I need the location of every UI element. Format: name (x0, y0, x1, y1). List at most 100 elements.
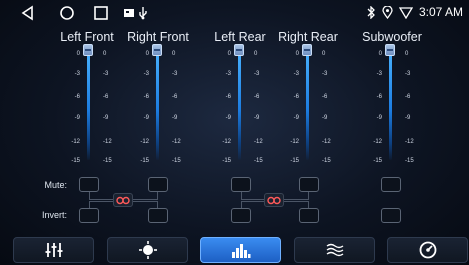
slider-track-right-rear[interactable] (306, 50, 309, 160)
sliders-icon (45, 243, 62, 257)
scale-tick-label: -12 (140, 139, 149, 145)
invert-checkbox-subwoofer[interactable] (381, 208, 401, 223)
mute-checkbox-left-front[interactable] (79, 177, 99, 192)
image-notification-icon (124, 9, 134, 17)
slider-knob-right-rear[interactable] (302, 44, 312, 56)
usb-icon (139, 7, 147, 20)
equalizer-bars-icon (231, 244, 250, 258)
mute-checkbox-left-rear[interactable] (231, 177, 251, 192)
tab-settings[interactable] (387, 237, 468, 263)
scale-tick-label: -9 (143, 115, 149, 121)
scale-tick-label: -3 (225, 71, 231, 77)
scale-tick-label: -15 (222, 158, 231, 164)
slider-knob-left-front[interactable] (83, 44, 93, 56)
scale-tick-label: -12 (254, 139, 263, 145)
scale-tick-label: -15 (140, 158, 149, 164)
scale-tick-label: -6 (293, 94, 299, 100)
scale-tick-label: -3 (143, 71, 149, 77)
scale-tick-label: 0 (172, 51, 176, 57)
scale-tick-label: -6 (405, 94, 411, 100)
slider-knob-subwoofer[interactable] (385, 44, 395, 56)
channel-title-subwoofer: Subwoofer (362, 30, 422, 44)
scale-tick-label: -9 (225, 115, 231, 121)
invert-checkbox-right-rear[interactable] (299, 208, 319, 223)
scale-tick-label: -3 (103, 71, 109, 77)
scale-tick-label: -9 (103, 115, 109, 121)
mute-checkbox-subwoofer[interactable] (381, 177, 401, 192)
recent-apps-icon[interactable] (92, 4, 110, 22)
scale-tick-label: 0 (295, 51, 299, 57)
invert-checkbox-left-rear[interactable] (231, 208, 251, 223)
scale-tick-label: -15 (373, 158, 382, 164)
channel-title-left-front: Left Front (60, 30, 114, 44)
slider-knob-left-rear[interactable] (234, 44, 244, 56)
slider-track-right-front[interactable] (156, 50, 159, 160)
scale-tick-label: -12 (405, 139, 414, 145)
scale-tick-label: -3 (376, 71, 382, 77)
gauge-icon (419, 241, 436, 259)
scale-tick-label: -6 (254, 94, 260, 100)
slider-knob-right-front[interactable] (152, 44, 162, 56)
scale-tick-label: -12 (373, 139, 382, 145)
scale-tick-label: -12 (322, 139, 331, 145)
scale-tick-label: -12 (222, 139, 231, 145)
scale-tick-label: -15 (290, 158, 299, 164)
invert-checkbox-left-front[interactable] (79, 208, 99, 223)
scale-tick-label: 0 (322, 51, 326, 57)
scale-tick-label: -12 (103, 139, 112, 145)
scale-tick-label: -3 (172, 71, 178, 77)
slider-track-left-front[interactable] (87, 50, 90, 160)
scale-tick-label: -6 (172, 94, 178, 100)
scale-tick-label: -9 (293, 115, 299, 121)
scale-tick-label: -3 (322, 71, 328, 77)
scale-tick-label: -6 (74, 94, 80, 100)
tab-balance[interactable] (107, 237, 188, 263)
waves-icon (326, 243, 343, 257)
front-link-button[interactable] (113, 193, 133, 207)
scale-tick-label: -6 (143, 94, 149, 100)
scale-tick-label: 0 (378, 51, 382, 57)
clock-time: 3:07 AM (418, 5, 463, 19)
scale-tick-label: 0 (405, 51, 409, 57)
scale-tick-label: -6 (225, 94, 231, 100)
chain-link-icon (116, 196, 130, 204)
status-bar: 3:07 AM (0, 0, 469, 26)
scale-tick-label: 0 (103, 51, 107, 57)
scale-tick-label: -3 (405, 71, 411, 77)
scale-tick-label: -15 (322, 158, 331, 164)
tab-equalizer[interactable] (200, 237, 281, 263)
home-icon[interactable] (58, 4, 76, 22)
scale-tick-label: -3 (74, 71, 80, 77)
mute-checkbox-right-rear[interactable] (299, 177, 319, 192)
scale-tick-label: 0 (145, 51, 149, 57)
mute-label: Mute: (44, 180, 67, 190)
back-icon[interactable] (19, 4, 37, 22)
scale-tick-label: -15 (254, 158, 263, 164)
scale-tick-label: -15 (71, 158, 80, 164)
invert-checkbox-right-front[interactable] (148, 208, 168, 223)
channel-title-right-front: Right Front (127, 30, 189, 44)
location-icon (382, 5, 393, 19)
scale-tick-label: -9 (376, 115, 382, 121)
scale-tick-label: -12 (172, 139, 181, 145)
slider-track-left-rear[interactable] (238, 50, 241, 160)
scale-tick-label: -3 (254, 71, 260, 77)
mute-checkbox-right-front[interactable] (148, 177, 168, 192)
tab-sliders[interactable] (13, 237, 94, 263)
scale-tick-label: -9 (254, 115, 260, 121)
scale-tick-label: -9 (172, 115, 178, 121)
chain-link-icon (267, 196, 281, 204)
scale-tick-label: -6 (322, 94, 328, 100)
scale-tick-label: 0 (76, 51, 80, 57)
scale-tick-label: -6 (376, 94, 382, 100)
scale-tick-label: -9 (74, 115, 80, 121)
bluetooth-icon (367, 5, 375, 19)
slider-track-subwoofer[interactable] (389, 50, 392, 160)
scale-tick-label: -6 (103, 94, 109, 100)
scale-tick-label: -3 (293, 71, 299, 77)
scale-tick-label: -9 (322, 115, 328, 121)
rear-link-button[interactable] (264, 193, 284, 207)
tab-sound-effects[interactable] (294, 237, 375, 263)
scale-tick-label: -15 (405, 158, 414, 164)
wifi-icon (398, 6, 413, 19)
